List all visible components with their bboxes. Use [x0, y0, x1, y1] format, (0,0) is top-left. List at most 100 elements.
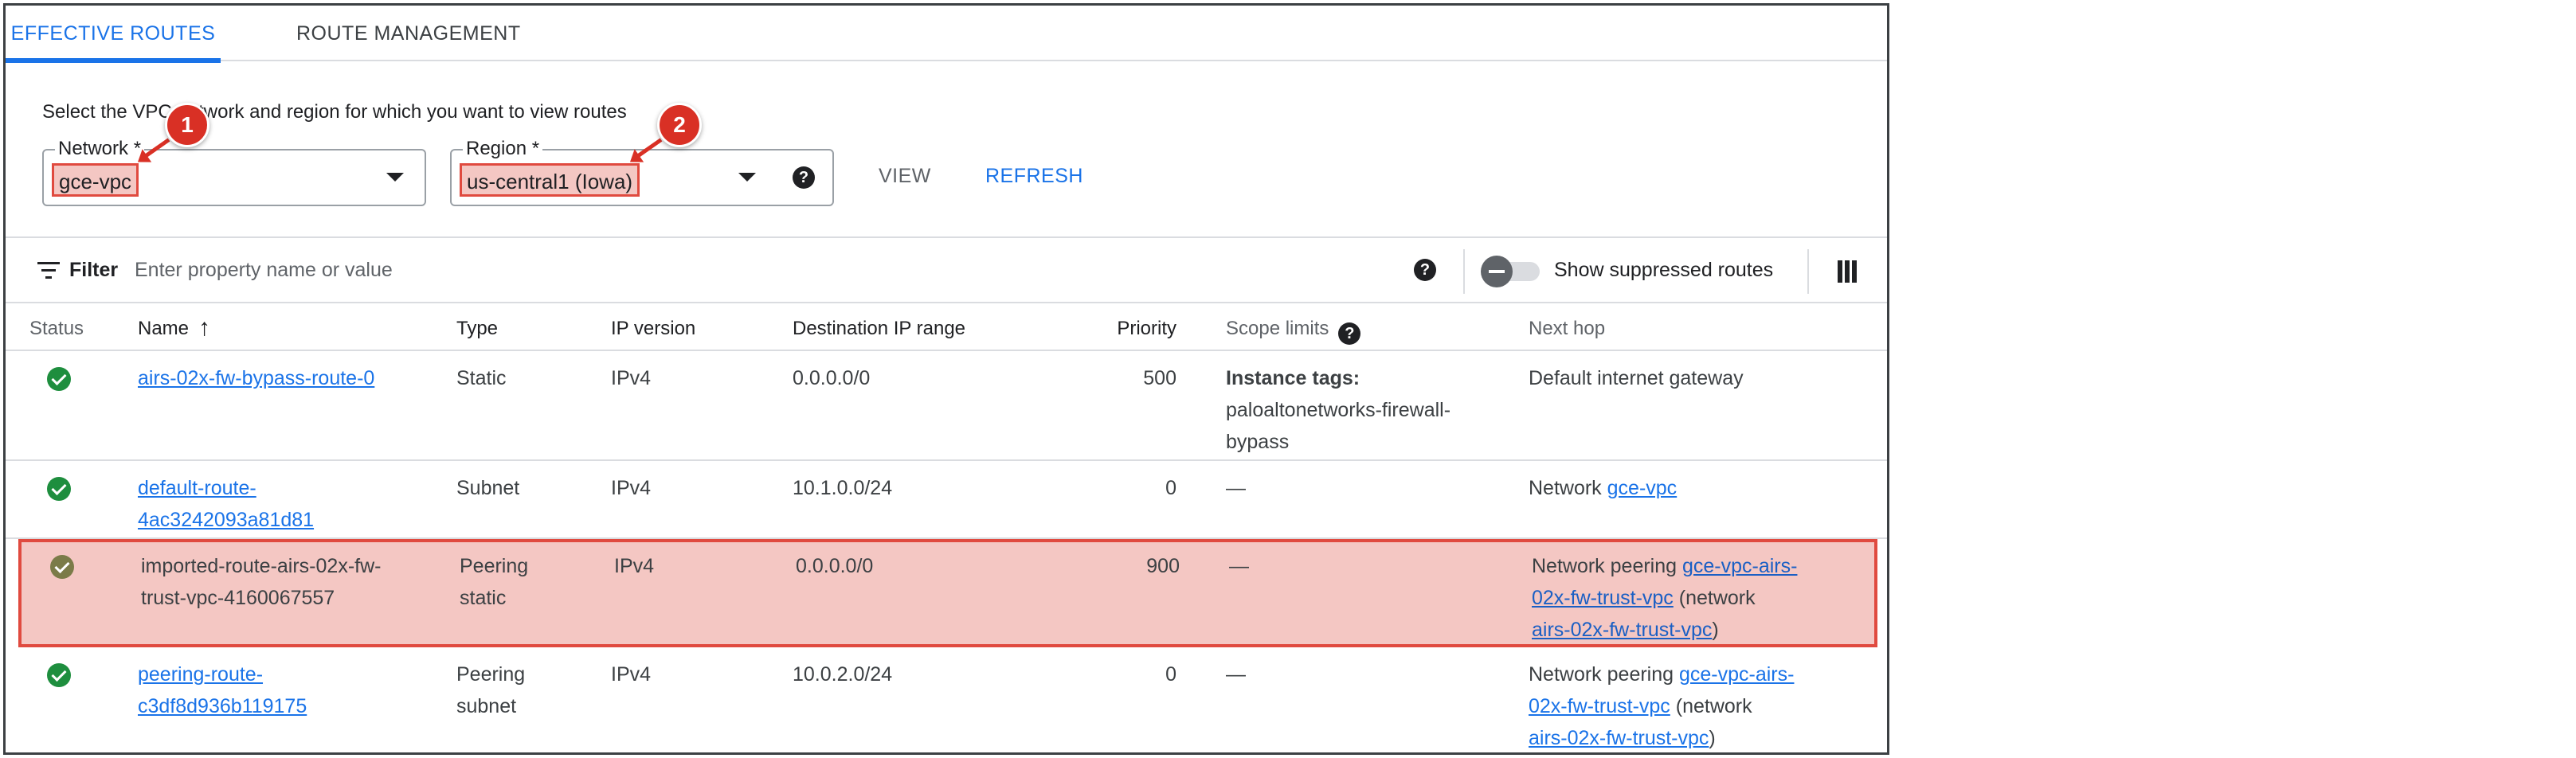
- scope-title: Instance tags:: [1226, 367, 1360, 389]
- toggle-knob: [1481, 256, 1513, 287]
- help-icon[interactable]: ?: [1414, 259, 1436, 281]
- route-name: airs-02x-fw-bypass-route-0: [138, 362, 425, 394]
- route-type-line: subnet: [456, 695, 517, 717]
- help-icon[interactable]: ?: [1338, 322, 1361, 345]
- dropdown-arrow-icon[interactable]: [386, 173, 404, 182]
- route-priority: 0: [1165, 663, 1176, 686]
- table-header: Status Name ↑ Type IP version Destinatio…: [6, 303, 1887, 351]
- status-ok-icon: [47, 663, 71, 687]
- route-ip-version: IPv4: [611, 663, 652, 686]
- header-type[interactable]: Type: [456, 318, 498, 340]
- next-hop-suffix: ): [1712, 619, 1719, 641]
- refresh-button[interactable]: REFRESH: [985, 165, 1083, 188]
- route-name-line: trust-vpc-4160067557: [141, 587, 335, 609]
- next-hop-prefix: Network peering: [1532, 555, 1682, 577]
- next-hop-link[interactable]: 02x-fw-trust-vpc: [1529, 695, 1670, 717]
- region-select[interactable]: Region * us-central1 (Iowa) ?: [450, 138, 834, 206]
- next-hop-prefix: Network: [1529, 477, 1607, 499]
- view-button[interactable]: VIEW: [879, 165, 931, 188]
- route-next-hop: Network peering gce-vpc-airs- 02x-fw-tru…: [1532, 550, 1850, 646]
- next-hop-network-link[interactable]: airs-02x-fw-trust-vpc: [1529, 727, 1709, 749]
- route-priority: 0: [1165, 477, 1176, 499]
- route-name-link[interactable]: airs-02x-fw-bypass-route-0: [138, 367, 374, 389]
- header-name[interactable]: Name: [138, 318, 189, 340]
- divider: [1463, 249, 1465, 294]
- route-next-hop: Default internet gateway: [1529, 367, 1744, 389]
- route-type: Peering static: [460, 550, 571, 614]
- next-hop-mid: (network: [1673, 587, 1756, 609]
- route-priority: 500: [1143, 367, 1176, 389]
- route-priority: 900: [1146, 555, 1180, 577]
- route-name: imported-route-airs-02x-fw- trust-vpc-41…: [141, 550, 428, 614]
- route-type: Subnet: [456, 477, 520, 499]
- next-hop-suffix: ): [1709, 727, 1716, 749]
- toggle-label: Show suppressed routes: [1554, 259, 1774, 281]
- route-type-line: Peering: [460, 555, 529, 577]
- route-type: Static: [456, 367, 507, 389]
- route-next-hop: Network gce-vpc: [1529, 472, 1847, 504]
- region-value: us-central1 (Iowa): [460, 163, 640, 197]
- route-ip-version: IPv4: [614, 555, 655, 577]
- table-row: airs-02x-fw-bypass-route-0 Static IPv4 0…: [6, 351, 1887, 461]
- route-scope: —: [1226, 663, 1246, 686]
- header-priority[interactable]: Priority: [1073, 318, 1176, 340]
- highlighted-table-row: imported-route-airs-02x-fw- trust-vpc-41…: [18, 539, 1877, 647]
- tab-route-management[interactable]: ROUTE MANAGEMENT: [296, 6, 521, 61]
- route-type-line: Peering: [456, 663, 526, 686]
- route-ip-version: IPv4: [611, 367, 652, 389]
- dropdown-arrow-icon[interactable]: [738, 173, 756, 182]
- table-row: default-route- 4ac3242093a81d81 Subnet I…: [6, 461, 1887, 539]
- header-status[interactable]: Status: [29, 318, 84, 340]
- route-scope: —: [1226, 477, 1246, 499]
- route-name-link[interactable]: 4ac3242093a81d81: [138, 509, 314, 531]
- filter-icon[interactable]: [37, 262, 60, 279]
- route-name: default-route- 4ac3242093a81d81: [138, 472, 425, 536]
- next-hop-link[interactable]: gce-vpc-airs-: [1682, 555, 1797, 577]
- status-ok-icon: [50, 555, 74, 579]
- next-hop-network-link[interactable]: airs-02x-fw-trust-vpc: [1532, 619, 1712, 641]
- route-next-hop: Network peering gce-vpc-airs- 02x-fw-tru…: [1529, 658, 1847, 752]
- next-hop-link[interactable]: gce-vpc: [1607, 477, 1678, 499]
- network-label: Network *: [55, 138, 145, 160]
- scope-line: bypass: [1226, 431, 1290, 453]
- network-select[interactable]: Network * gce-vpc: [42, 138, 426, 206]
- route-scope: Instance tags: paloaltonetworks-firewall…: [1226, 362, 1497, 458]
- header-ip-version[interactable]: IP version: [611, 318, 695, 340]
- status-ok-icon: [47, 367, 71, 391]
- route-ip-version: IPv4: [611, 477, 652, 499]
- routes-panel: EFFECTIVE ROUTES ROUTE MANAGEMENT Select…: [3, 3, 1889, 755]
- columns-icon[interactable]: [1838, 260, 1857, 283]
- header-scope-label: Scope limits: [1226, 318, 1329, 339]
- route-name-link[interactable]: peering-route-: [138, 663, 263, 686]
- route-name-link[interactable]: default-route-: [138, 477, 256, 499]
- filter-input[interactable]: [135, 256, 692, 284]
- route-name: peering-route- c3df8d936b119175: [138, 658, 425, 722]
- route-destination: 0.0.0.0/0: [793, 367, 871, 389]
- route-type-line: static: [460, 587, 507, 609]
- tab-effective-routes[interactable]: EFFECTIVE ROUTES: [6, 6, 221, 63]
- status-ok-icon: [47, 477, 71, 501]
- route-destination: 10.0.2.0/24: [793, 663, 893, 686]
- header-destination[interactable]: Destination IP range: [793, 318, 965, 340]
- header-next-hop[interactable]: Next hop: [1529, 318, 1605, 340]
- header-scope[interactable]: Scope limits?: [1226, 318, 1361, 345]
- divider: [1807, 249, 1809, 294]
- suppressed-routes-toggle[interactable]: [1481, 256, 1540, 287]
- annotation-badge-1: 1: [165, 103, 209, 147]
- help-icon[interactable]: ?: [793, 166, 815, 189]
- sort-ascending-icon[interactable]: ↑: [198, 315, 210, 342]
- annotation-badge-2: 2: [657, 103, 702, 147]
- route-destination: 10.1.0.0/24: [793, 477, 893, 499]
- region-label: Region *: [463, 138, 543, 160]
- route-name-line: imported-route-airs-02x-fw-: [141, 555, 382, 577]
- filter-label[interactable]: Filter: [69, 259, 118, 282]
- next-hop-link[interactable]: 02x-fw-trust-vpc: [1532, 587, 1674, 609]
- next-hop-mid: (network: [1670, 695, 1752, 717]
- select-caption: Select the VPC network and region for wh…: [42, 101, 627, 123]
- next-hop-link[interactable]: gce-vpc-airs-: [1679, 663, 1794, 686]
- filter-bar: Filter ? Show suppressed routes: [6, 236, 1887, 303]
- route-destination: 0.0.0.0/0: [796, 555, 874, 577]
- route-scope: —: [1229, 555, 1249, 577]
- route-name-link[interactable]: c3df8d936b119175: [138, 695, 307, 717]
- tab-bar: EFFECTIVE ROUTES ROUTE MANAGEMENT: [6, 6, 1887, 63]
